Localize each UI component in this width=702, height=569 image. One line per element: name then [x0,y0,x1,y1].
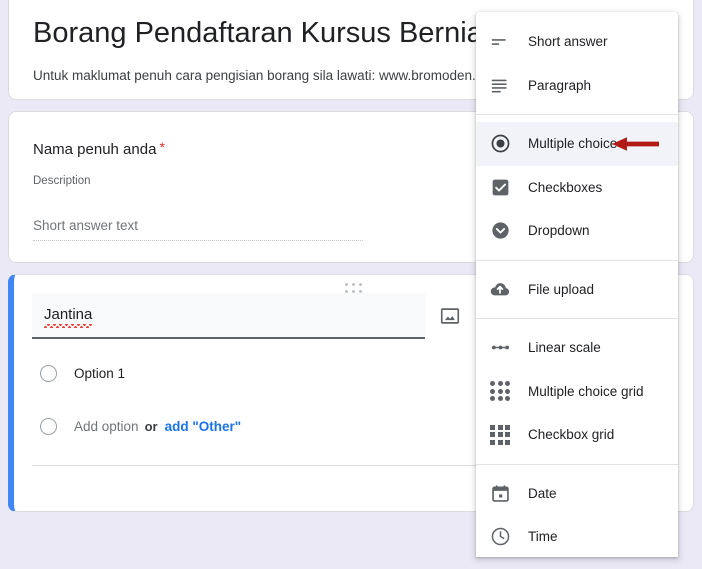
menu-item-short-answer-label: Short answer [528,34,608,50]
question-2-title-input[interactable]: Jantina [32,293,425,339]
menu-item-linear-scale-label: Linear scale [528,340,601,356]
menu-item-time-label: Time [528,529,558,545]
menu-item-checkbox-grid-label: Checkbox grid [528,427,615,443]
menu-item-multiple-choice-label: Multiple choice [528,136,618,152]
menu-item-checkboxes[interactable]: Checkboxes [476,166,678,210]
add-option-label[interactable]: Add option [74,419,139,434]
drag-handle-dots-icon [344,283,363,294]
menu-item-dropdown-label: Dropdown [528,223,590,239]
menu-item-paragraph[interactable]: Paragraph [476,64,678,108]
checkbox-grid-icon [489,424,511,446]
option-1-label[interactable]: Option 1 [74,366,125,381]
menu-item-paragraph-label: Paragraph [528,77,592,93]
radio-button-icon [489,133,511,155]
question-type-menu[interactable]: Short answer Paragraph Multiple choice C… [476,12,678,557]
menu-item-file-upload-label: File upload [528,281,595,297]
menu-separator-1 [476,114,678,115]
radio-button-placeholder-icon [40,417,57,435]
menu-item-checkbox-grid[interactable]: Checkbox grid [476,413,678,457]
question-1-title-text: Nama penuh anda [33,141,157,158]
radio-button-icon[interactable] [40,364,57,382]
menu-item-checkboxes-label: Checkboxes [528,179,603,195]
add-image-icon[interactable] [439,305,461,327]
add-other-link[interactable]: add "Other" [165,419,242,434]
menu-item-short-answer[interactable]: Short answer [476,20,678,64]
calendar-icon [489,482,511,504]
or-label: or [144,418,158,434]
cloud-upload-icon [489,278,511,300]
checkbox-icon [489,176,511,198]
question-2-title-text: Jantina [44,306,93,328]
required-asterisk: * [159,139,165,155]
menu-item-file-upload[interactable]: File upload [476,268,678,312]
menu-item-linear-scale[interactable]: Linear scale [476,326,678,370]
menu-item-time[interactable]: Time [476,515,678,559]
annotation-arrow-icon [612,137,659,151]
menu-item-multiple-choice-grid-label: Multiple choice grid [528,383,644,399]
menu-item-date[interactable]: Date [476,472,678,516]
paragraph-icon [489,74,511,96]
menu-item-multiple-choice-grid[interactable]: Multiple choice grid [476,370,678,414]
short-answer-icon [489,31,511,53]
menu-item-dropdown[interactable]: Dropdown [476,209,678,253]
radio-grid-icon [489,380,511,402]
menu-separator-2 [476,259,678,261]
linear-scale-icon [489,337,511,359]
short-answer-placeholder: Short answer text [33,218,363,241]
menu-separator-4 [476,463,678,465]
clock-icon [489,526,511,548]
menu-item-date-label: Date [528,485,557,501]
dropdown-icon [489,220,511,242]
menu-separator-3 [476,318,678,319]
